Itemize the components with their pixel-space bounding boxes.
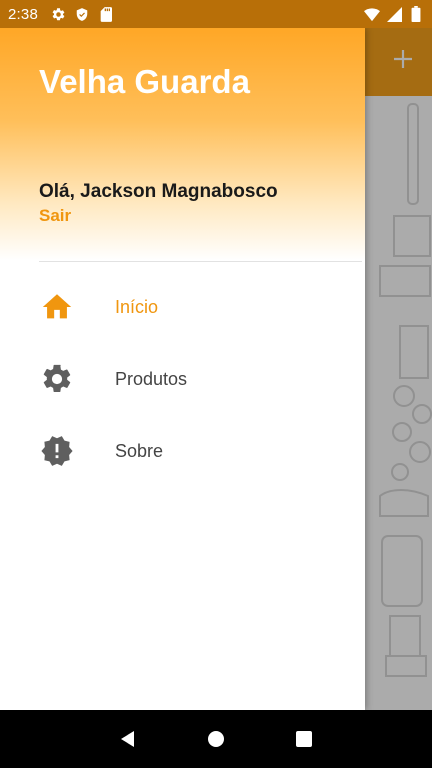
menu-item-sobre[interactable]: Sobre xyxy=(0,415,365,487)
gear-icon xyxy=(50,6,66,22)
menu-item-label: Início xyxy=(115,296,159,317)
navigation-drawer: Velha Guarda Olá, Jackson Magnabosco Sai… xyxy=(0,28,365,710)
header-divider xyxy=(39,261,362,262)
user-greeting: Olá, Jackson Magnabosco xyxy=(39,181,278,202)
home-circle-icon[interactable] xyxy=(204,727,228,751)
drawer-header: Velha Guarda Olá, Jackson Magnabosco Sai… xyxy=(0,28,365,260)
sd-card-icon xyxy=(98,6,114,22)
wifi-icon xyxy=(364,6,380,22)
battery-icon xyxy=(408,6,424,22)
logout-link[interactable]: Sair xyxy=(39,206,71,226)
menu-item-label: Sobre xyxy=(115,440,164,461)
back-icon[interactable] xyxy=(116,727,140,751)
menu-item-label: Produtos xyxy=(115,368,188,389)
recents-icon[interactable] xyxy=(292,727,316,751)
alert-badge-icon xyxy=(39,433,75,469)
status-system-icons xyxy=(364,6,424,22)
status-time: 2:38 xyxy=(8,5,38,23)
shield-icon xyxy=(74,6,90,22)
menu-item-inicio[interactable]: Início xyxy=(0,271,365,343)
system-nav-bar xyxy=(0,710,432,768)
menu-item-produtos[interactable]: Produtos xyxy=(0,343,365,415)
signal-icon xyxy=(386,6,402,22)
gear-icon xyxy=(39,361,75,397)
home-icon xyxy=(39,289,75,325)
status-notification-icons xyxy=(50,6,114,22)
status-bar: 2:38 xyxy=(0,0,432,28)
app-title: Velha Guarda xyxy=(39,63,250,100)
